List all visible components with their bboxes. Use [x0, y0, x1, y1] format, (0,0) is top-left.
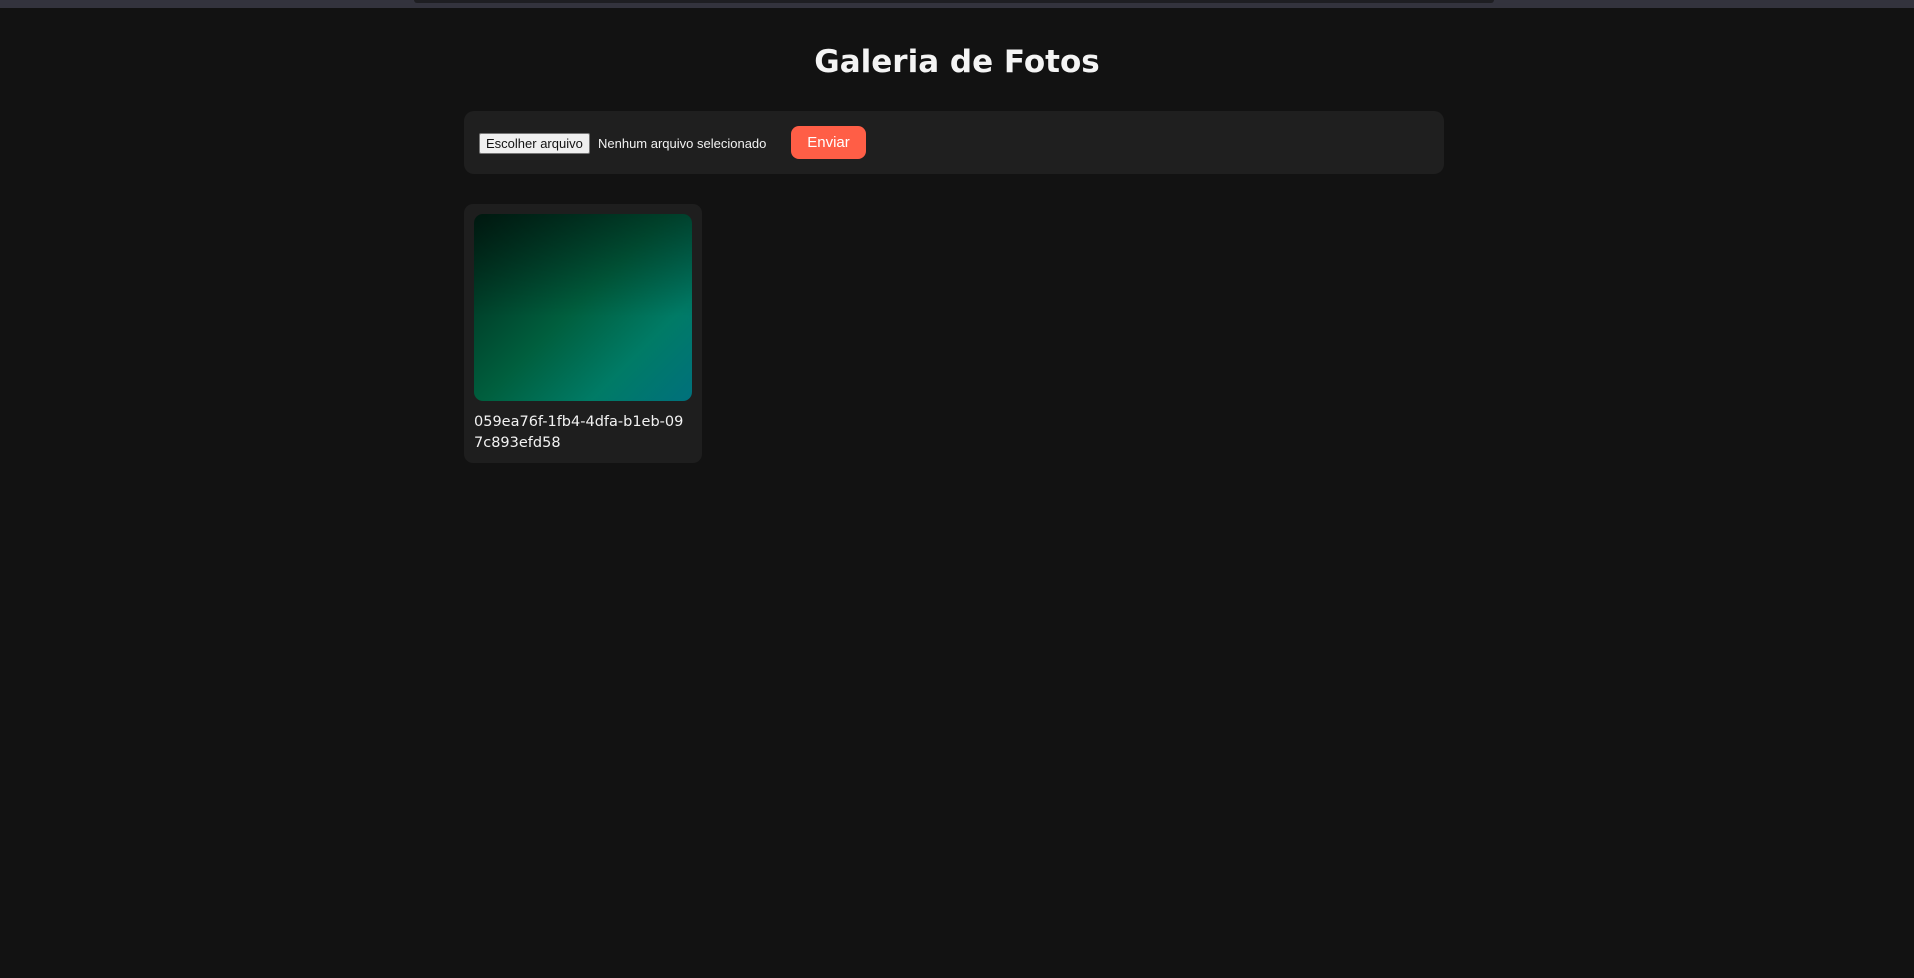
photo-card[interactable]: 059ea76f-1fb4-4dfa-b1eb-097c893efd58 — [464, 204, 702, 463]
upload-form: Escolher arquivo Nenhum arquivo selecion… — [464, 111, 1444, 174]
file-status-text: Nenhum arquivo selecionado — [598, 136, 767, 151]
photo-caption: 059ea76f-1fb4-4dfa-b1eb-097c893efd58 — [474, 414, 684, 451]
top-scroll-thumb[interactable] — [414, 0, 1494, 3]
submit-button[interactable]: Enviar — [791, 126, 866, 159]
page-title: Galeria de Fotos — [814, 44, 1100, 80]
photo-thumbnail[interactable] — [474, 214, 692, 401]
browser-top-strip — [0, 0, 1914, 8]
choose-file-button[interactable]: Escolher arquivo — [479, 133, 590, 154]
